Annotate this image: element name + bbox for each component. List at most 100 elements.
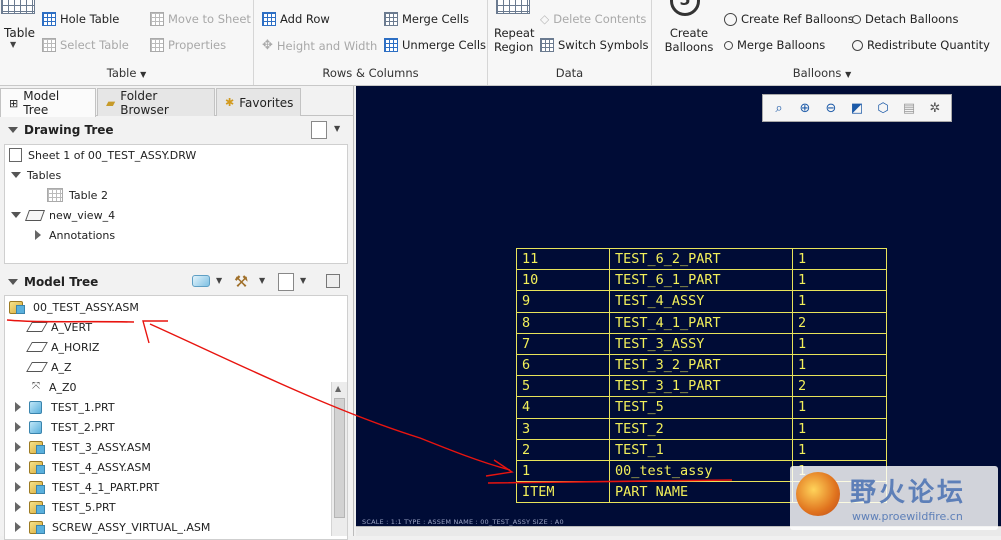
settings-list-icon[interactable] [278, 273, 294, 291]
zoom-out-icon[interactable]: ⊖ [821, 98, 841, 118]
create-balloons-button[interactable]: Create Balloons [658, 26, 720, 54]
merge-balloons-button[interactable]: Merge Balloons [724, 38, 825, 52]
expand-icon[interactable] [13, 502, 23, 512]
expand-icon[interactable] [13, 482, 23, 492]
table-cell[interactable]: 00_test_assy [609, 459, 793, 483]
drawing-tree-settings-icon[interactable] [311, 121, 327, 139]
table-cell[interactable]: TEST_3_2_PART [609, 353, 793, 377]
table-row[interactable]: 11 TEST_6_2_PART 1 [516, 247, 887, 271]
detach-balloons-button[interactable]: Detach Balloons [852, 12, 958, 26]
repaint-icon[interactable]: ◩ [847, 98, 867, 118]
expand-icon[interactable] [13, 422, 23, 432]
expand-icon[interactable] [13, 462, 23, 472]
chevron-down-icon[interactable]: ▼ [300, 276, 306, 285]
refit-icon[interactable]: ⌕ [769, 98, 789, 118]
table-group-label[interactable]: Table ▼ [0, 66, 253, 80]
table-cell[interactable]: 1 [792, 269, 887, 292]
tree-item[interactable]: TEST_4_ASSY.ASM [13, 457, 151, 477]
scroll-up-icon[interactable]: ▲ [335, 384, 341, 393]
table-cell[interactable]: TEST_6_1_PART [609, 269, 793, 292]
tree-item[interactable]: TEST_5.PRT [13, 497, 116, 517]
table-row[interactable]: 2 TEST_1 1 [516, 438, 887, 461]
scroll-thumb[interactable] [334, 398, 345, 518]
table-cell[interactable]: 2 [792, 311, 887, 334]
filter-icon[interactable] [326, 274, 340, 288]
tree-item[interactable]: TEST_4_1_PART.PRT [13, 477, 159, 497]
saved-views-icon[interactable]: ▤ [899, 98, 919, 118]
table-row[interactable]: 6 TEST_3_2_PART 1 [516, 353, 887, 377]
tree-item-root[interactable]: 00_TEST_ASSY.ASM [9, 297, 139, 317]
tools-icon[interactable]: ⚒ [234, 272, 248, 291]
expand-icon[interactable] [13, 402, 23, 412]
table-cell[interactable]: PART NAME [609, 481, 793, 504]
table-cell[interactable]: 1 [792, 396, 887, 419]
tree-item-annotations[interactable]: Annotations [33, 225, 115, 245]
table-cell[interactable]: TEST_4_1_PART [609, 311, 793, 334]
table-cell[interactable]: TEST_3_1_PART [609, 375, 793, 398]
table-row[interactable]: 10 TEST_6_1_PART 1 [516, 269, 887, 292]
table-cell[interactable]: 2 [792, 375, 887, 398]
tab-model-tree[interactable]: ⊞ Model Tree [0, 88, 96, 117]
table-cell[interactable]: 1 [516, 459, 610, 483]
expand-icon[interactable] [13, 442, 23, 452]
table-cell[interactable]: 2 [516, 438, 610, 461]
table-row[interactable]: 9 TEST_4_ASSY 1 [516, 290, 887, 313]
tree-item[interactable]: TEST_2.PRT [13, 417, 115, 437]
drawing-tree-header[interactable]: Drawing Tree [0, 119, 354, 141]
unmerge-cells-button[interactable]: Unmerge Cells [384, 38, 486, 52]
table-cell[interactable]: TEST_2 [609, 417, 793, 440]
move-to-sheet-button[interactable]: Move to Sheet [150, 12, 251, 26]
switch-symbols-button[interactable]: Switch Symbols [540, 38, 649, 52]
table-cell[interactable]: 3 [516, 417, 610, 440]
model-tree-scrollbar[interactable]: ▲ [331, 382, 347, 536]
redistribute-quantity-button[interactable]: Redistribute Quantity [852, 38, 990, 52]
table-cell[interactable]: 5 [516, 375, 610, 398]
table-row[interactable]: 3 TEST_2 1 [516, 417, 887, 440]
add-row-button[interactable]: Add Row [262, 12, 330, 26]
table-row[interactable]: 4 TEST_5 1 [516, 396, 887, 419]
hole-table-button[interactable]: Hole Table [42, 12, 119, 26]
table-cell[interactable]: 1 [792, 438, 887, 461]
table-cell[interactable]: TEST_5 [609, 396, 793, 419]
zoom-in-icon[interactable]: ⊕ [795, 98, 815, 118]
expand-icon[interactable] [11, 212, 21, 218]
table-cell[interactable]: TEST_3_ASSY [609, 332, 793, 355]
tree-item[interactable]: A_HORIZ [26, 337, 99, 357]
table-cell[interactable]: 1 [792, 247, 887, 271]
table-row[interactable]: 8 TEST_4_1_PART 2 [516, 311, 887, 334]
delete-contents-button[interactable]: ◇ Delete Contents [540, 12, 646, 26]
repeat-region-button[interactable]: Repeat Region [494, 26, 538, 54]
select-table-button[interactable]: Select Table [42, 38, 129, 52]
chevron-down-icon[interactable]: ▼ [334, 124, 340, 133]
tree-item[interactable]: SCREW_ASSY_VIRTUAL_.ASM [13, 517, 210, 537]
show-icon[interactable] [192, 275, 210, 287]
table-cell[interactable]: 7 [516, 332, 610, 355]
table-row[interactable]: 5 TEST_3_1_PART 2 [516, 375, 887, 398]
table-cell[interactable]: 10 [516, 269, 610, 292]
datum-display-icon[interactable]: ✲ [925, 98, 945, 118]
tree-item-view[interactable]: new_view_4 [11, 205, 115, 225]
tree-item-sheet[interactable]: Sheet 1 of 00_TEST_ASSY.DRW [9, 145, 196, 165]
tree-item[interactable]: ⤧ A_Z0 [29, 377, 77, 397]
table-row[interactable]: 7 TEST_3_ASSY 1 [516, 332, 887, 355]
table-cell[interactable]: ITEM [516, 481, 610, 504]
display-style-icon[interactable]: ⬡ [873, 98, 893, 118]
properties-button[interactable]: Properties [150, 38, 226, 52]
merge-cells-button[interactable]: Merge Cells [384, 12, 469, 26]
tree-item[interactable]: TEST_3_ASSY.ASM [13, 437, 151, 457]
bom-table[interactable]: 11 TEST_6_2_PART 1 10 TEST_6_1_PART 1 9 TEST_4_… [516, 247, 887, 504]
table-cell[interactable]: 6 [516, 353, 610, 377]
height-and-width-button[interactable]: ✥ Height and Width [262, 38, 377, 53]
tree-item-table2[interactable]: Table 2 [47, 185, 108, 205]
tree-item[interactable]: A_VERT [26, 317, 92, 337]
expand-icon[interactable] [13, 522, 23, 532]
drawing-canvas[interactable]: ⌕ ⊕ ⊖ ◩ ⬡ ▤ ✲ 11 TEST_6_2_PART 1 10 TEST_6_1… [356, 86, 1001, 526]
chevron-down-icon[interactable]: ▼ [216, 276, 222, 285]
create-ref-balloons-button[interactable]: Create Ref Balloons [724, 12, 854, 26]
table-cell[interactable]: TEST_1 [609, 438, 793, 461]
table-cell[interactable]: TEST_4_ASSY [609, 290, 793, 313]
table-cell[interactable]: 11 [516, 247, 610, 271]
table-cell[interactable]: 9 [516, 290, 610, 313]
table-cell[interactable]: 1 [792, 353, 887, 377]
table-cell[interactable]: 4 [516, 396, 610, 419]
